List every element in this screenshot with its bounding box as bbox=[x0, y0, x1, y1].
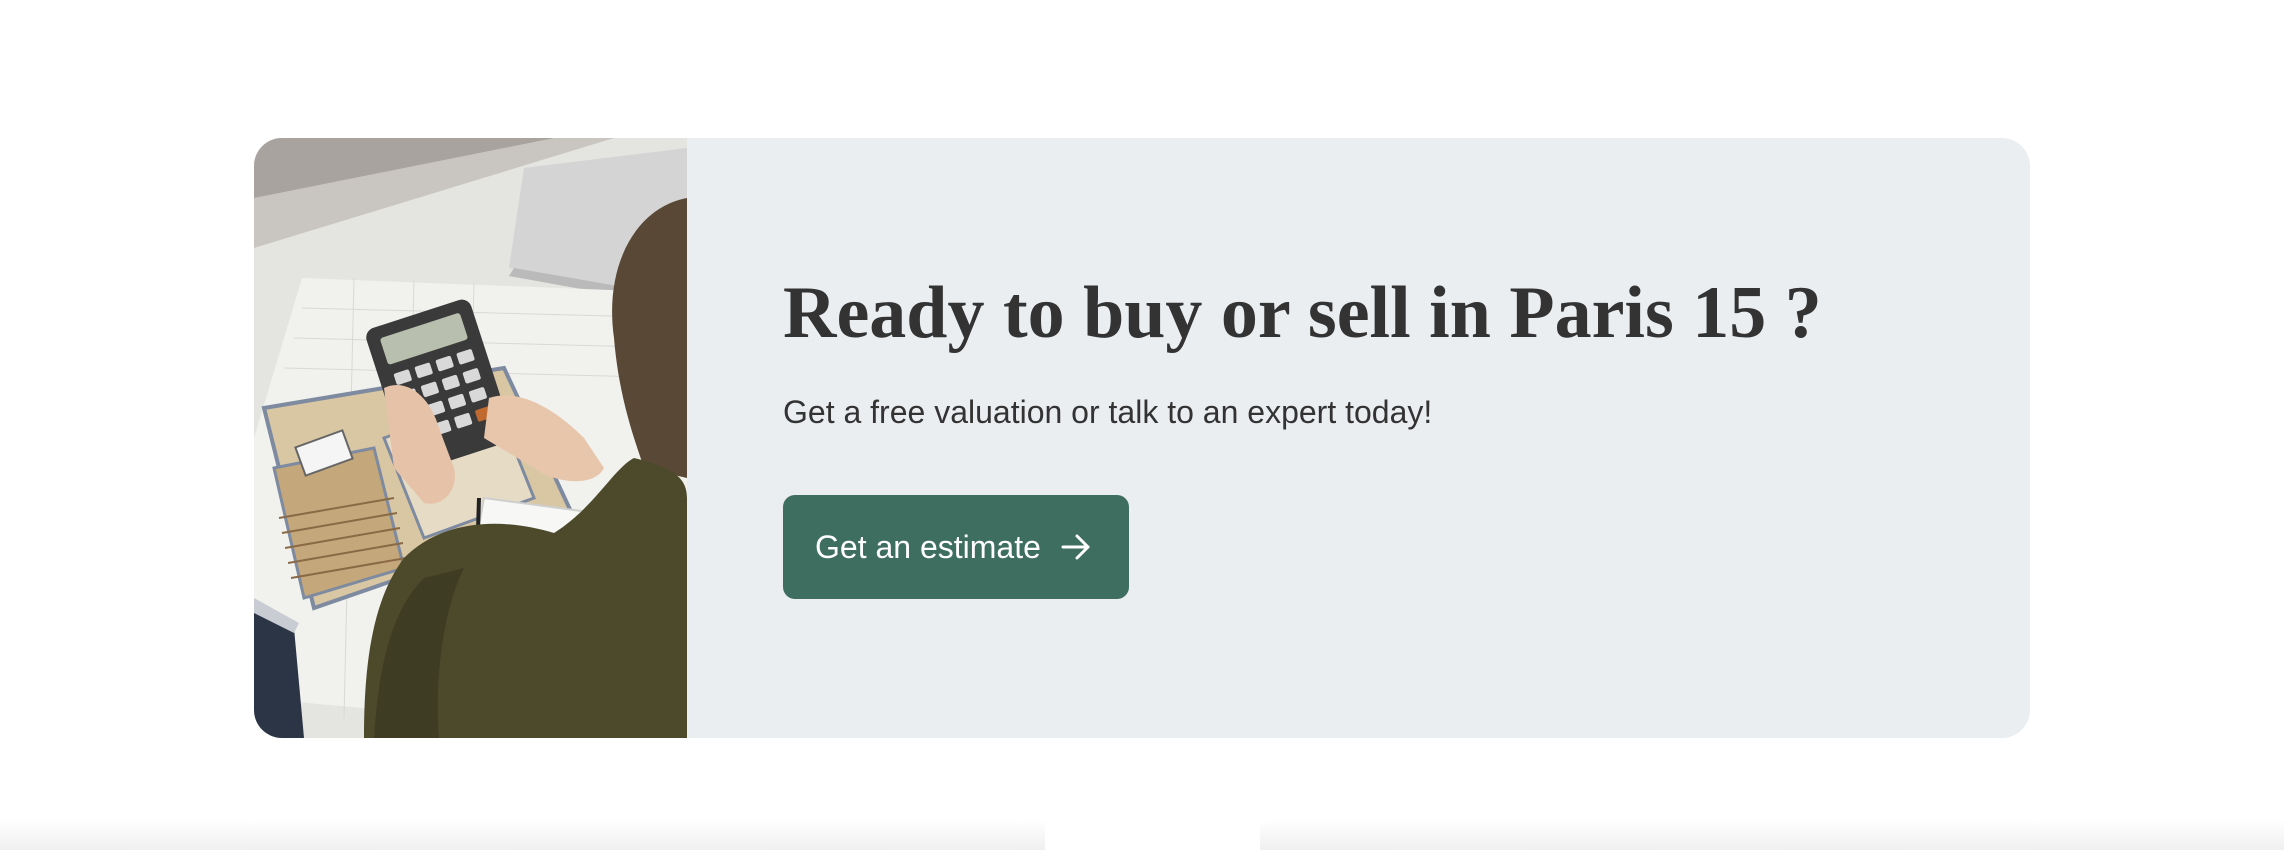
next-section-gap bbox=[1045, 820, 1260, 850]
cta-content: Ready to buy or sell in Paris 15 ? Get a… bbox=[687, 138, 2030, 738]
arrow-right-icon bbox=[1059, 530, 1093, 564]
get-estimate-button[interactable]: Get an estimate bbox=[783, 495, 1129, 599]
page: Ready to buy or sell in Paris 15 ? Get a… bbox=[0, 0, 2284, 850]
cta-photo bbox=[254, 138, 687, 738]
cta-subtext: Get a free valuation or talk to an exper… bbox=[783, 394, 1433, 430]
cta-card: Ready to buy or sell in Paris 15 ? Get a… bbox=[254, 138, 2030, 738]
get-estimate-button-label: Get an estimate bbox=[815, 528, 1041, 565]
cta-headline: Ready to buy or sell in Paris 15 ? bbox=[783, 272, 1822, 354]
